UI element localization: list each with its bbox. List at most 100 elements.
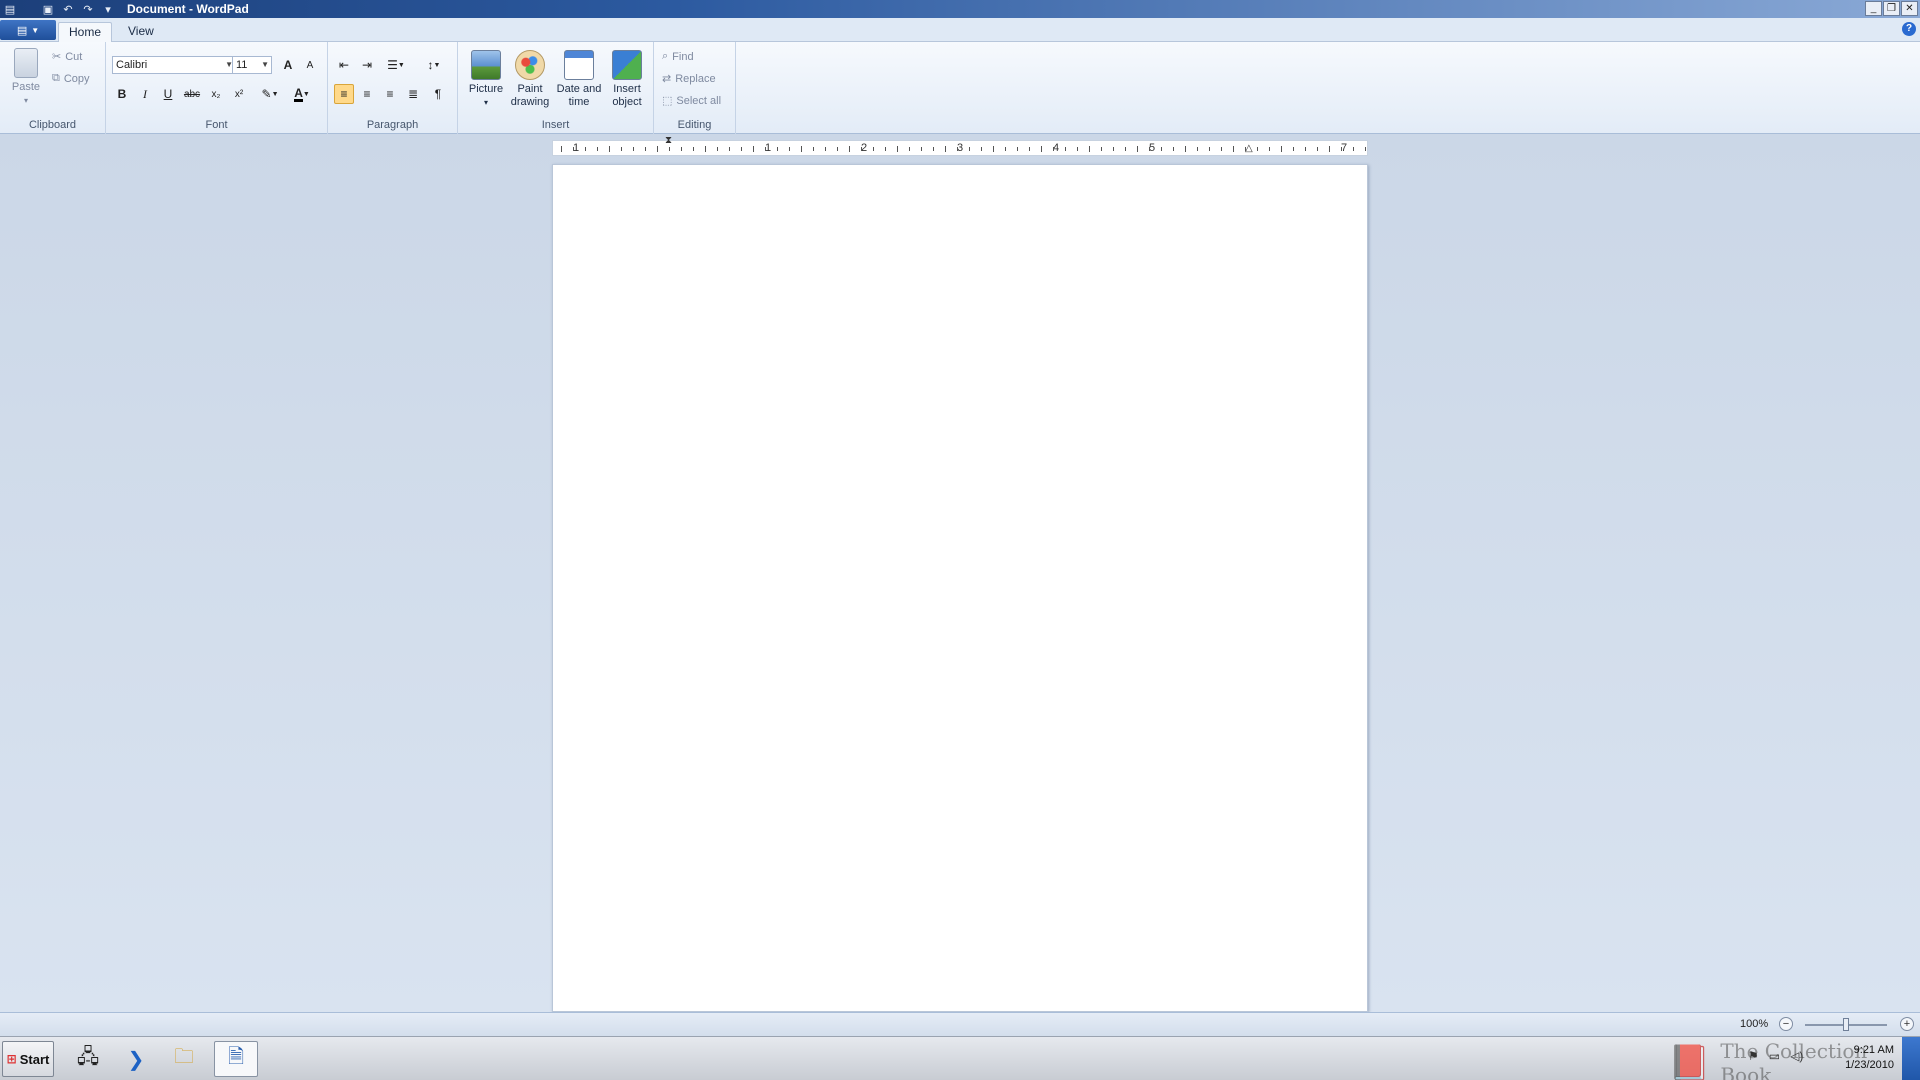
ruler-tick (1197, 147, 1198, 151)
font-family-select[interactable]: Calibri ▼ (112, 56, 236, 74)
shrink-font-icon: A (306, 59, 314, 71)
ruler-tick (957, 147, 958, 151)
document-page[interactable] (552, 164, 1368, 1012)
ruler-tick (1149, 147, 1150, 151)
zoom-slider-thumb[interactable] (1843, 1018, 1849, 1031)
find-button[interactable]: ⌕ Find (662, 50, 694, 63)
bullet-list-icon[interactable]: ☰ ▼ (382, 55, 410, 75)
object-icon (612, 50, 642, 80)
ruler-tick (1329, 146, 1330, 152)
scissors-icon: ✂ (52, 51, 62, 63)
tab-home[interactable]: Home (58, 22, 113, 42)
ruler-tick (1101, 147, 1102, 151)
replace-button[interactable]: ⇄ Replace (662, 72, 716, 86)
ruler-tick (825, 147, 826, 151)
chevron-down-icon: ▼ (302, 90, 310, 98)
picture-button[interactable]: Picture ▾ (466, 50, 506, 109)
system-tray: ⚑ ▭ ◁) (1748, 1049, 1803, 1063)
increase-indent-icon[interactable]: ⇥ (357, 55, 377, 75)
italic-button[interactable]: I (135, 84, 155, 104)
window-title: Document - WordPad (127, 2, 249, 16)
ruler-tick (813, 147, 814, 151)
copy-button[interactable]: ⧉ Copy (52, 72, 90, 85)
ruler-tick (981, 147, 982, 151)
window-controls: _ ❐ ✕ (1865, 1, 1918, 16)
ruler-tick (921, 147, 922, 151)
show-desktop-button[interactable] (1902, 1037, 1920, 1080)
clipboard-group: Paste ▾ ✂ Cut ⧉ Copy Clipboard (0, 42, 106, 134)
subscript-button[interactable]: x₂ (206, 84, 226, 104)
align-center-icon[interactable]: ≡ (357, 84, 377, 104)
redo-icon[interactable]: ↷ (80, 1, 96, 17)
superscript-button[interactable]: x² (229, 84, 249, 104)
help-icon[interactable]: ? (1902, 22, 1916, 36)
network-icon[interactable]: ▭ (1769, 1049, 1780, 1063)
ruler-tick (885, 147, 886, 151)
close-button[interactable]: ✕ (1901, 1, 1918, 16)
select-all-icon: ⬚ (662, 95, 673, 107)
wordpad-taskbar-icon[interactable]: 🗎 (214, 1041, 258, 1077)
cut-button[interactable]: ✂ Cut (52, 50, 82, 64)
paint-drawing-button[interactable]: Paint drawing (508, 50, 552, 109)
right-indent-marker[interactable]: △ (1245, 143, 1253, 154)
ruler-tick (621, 147, 622, 151)
flag-icon[interactable]: ⚑ (1748, 1049, 1759, 1063)
ruler-tick (1041, 146, 1042, 152)
ruler-tick (1269, 147, 1270, 151)
left-indent-marker[interactable]: ⧗ (665, 135, 672, 146)
font-color-button[interactable]: A ▼ (288, 84, 316, 104)
zoom-in-button[interactable]: + (1900, 1017, 1914, 1031)
bold-button[interactable]: B (112, 84, 132, 104)
insert-object-button[interactable]: Insert object (606, 50, 648, 109)
justify-icon[interactable]: ≣ (403, 84, 423, 104)
start-label: Start (19, 1051, 50, 1067)
ruler-tick (1017, 147, 1018, 151)
line-spacing-icon[interactable]: ↕ ▼ (420, 55, 448, 75)
shrink-font-button[interactable]: A (300, 55, 320, 75)
ruler-tick (693, 147, 694, 151)
select-all-button[interactable]: ⬚ Select all (662, 94, 721, 108)
ruler-tick (933, 147, 934, 151)
align-left-icon[interactable]: ≡ (334, 84, 354, 104)
font-size-select[interactable]: 11 ▼ (232, 56, 272, 74)
editing-group-label: Editing (677, 119, 712, 131)
align-right-icon[interactable]: ≡ (380, 84, 400, 104)
paragraph-settings-icon[interactable]: ¶ (428, 84, 448, 104)
app-menu-icon[interactable]: ▤ (2, 1, 18, 17)
grow-font-button[interactable]: A (278, 55, 298, 75)
tab-view[interactable]: View (118, 22, 164, 42)
ruler-tick (1137, 146, 1138, 152)
start-button[interactable]: ⊞ Start (2, 1041, 54, 1077)
font-group-label: Font (205, 119, 228, 131)
underline-button[interactable]: U (158, 84, 178, 104)
ruler-tick (1341, 147, 1342, 151)
clock[interactable]: 9:21 AM 1/23/2010 (1845, 1043, 1894, 1073)
powershell-icon[interactable]: ❯ (114, 1041, 158, 1077)
strikethrough-button[interactable]: abc (182, 84, 202, 104)
customize-icon[interactable]: ▾ (100, 1, 116, 17)
restore-button[interactable]: ❐ (1883, 1, 1900, 16)
chevron-down-icon: ▼ (271, 90, 279, 98)
folder-icon[interactable]: 🗀 (162, 1041, 206, 1077)
minimize-button[interactable]: _ (1865, 1, 1882, 16)
ruler-tick (633, 147, 634, 151)
undo-icon[interactable]: ↶ (60, 1, 76, 17)
ribbon-tabs: ▤ ▼ Home View ? (0, 18, 1920, 42)
ruler-tick (609, 146, 610, 152)
ruler[interactable]: 1 1 2 3 4 5 7 ⧗ △ (552, 135, 1368, 156)
volume-icon[interactable]: ◁) (1790, 1049, 1803, 1063)
clock-date: 1/23/2010 (1845, 1059, 1894, 1071)
save-icon[interactable]: ▣ (40, 1, 56, 17)
zoom-out-button[interactable]: − (1779, 1017, 1793, 1031)
font-size-value: 11 (236, 59, 248, 71)
chevron-down-icon: ▼ (261, 60, 269, 69)
highlight-button[interactable]: ✎ ▼ (256, 84, 284, 104)
decrease-indent-icon[interactable]: ⇤ (334, 55, 354, 75)
ruler-tick (1365, 147, 1366, 151)
ruler-tick (645, 147, 646, 151)
file-menu-button[interactable]: ▤ ▼ (0, 20, 56, 40)
date-time-button[interactable]: Date and time (554, 50, 604, 109)
paste-button[interactable]: Paste ▾ (8, 48, 44, 107)
ruler-tick (873, 147, 874, 151)
server-manager-icon[interactable]: 🖧 (66, 1041, 110, 1077)
